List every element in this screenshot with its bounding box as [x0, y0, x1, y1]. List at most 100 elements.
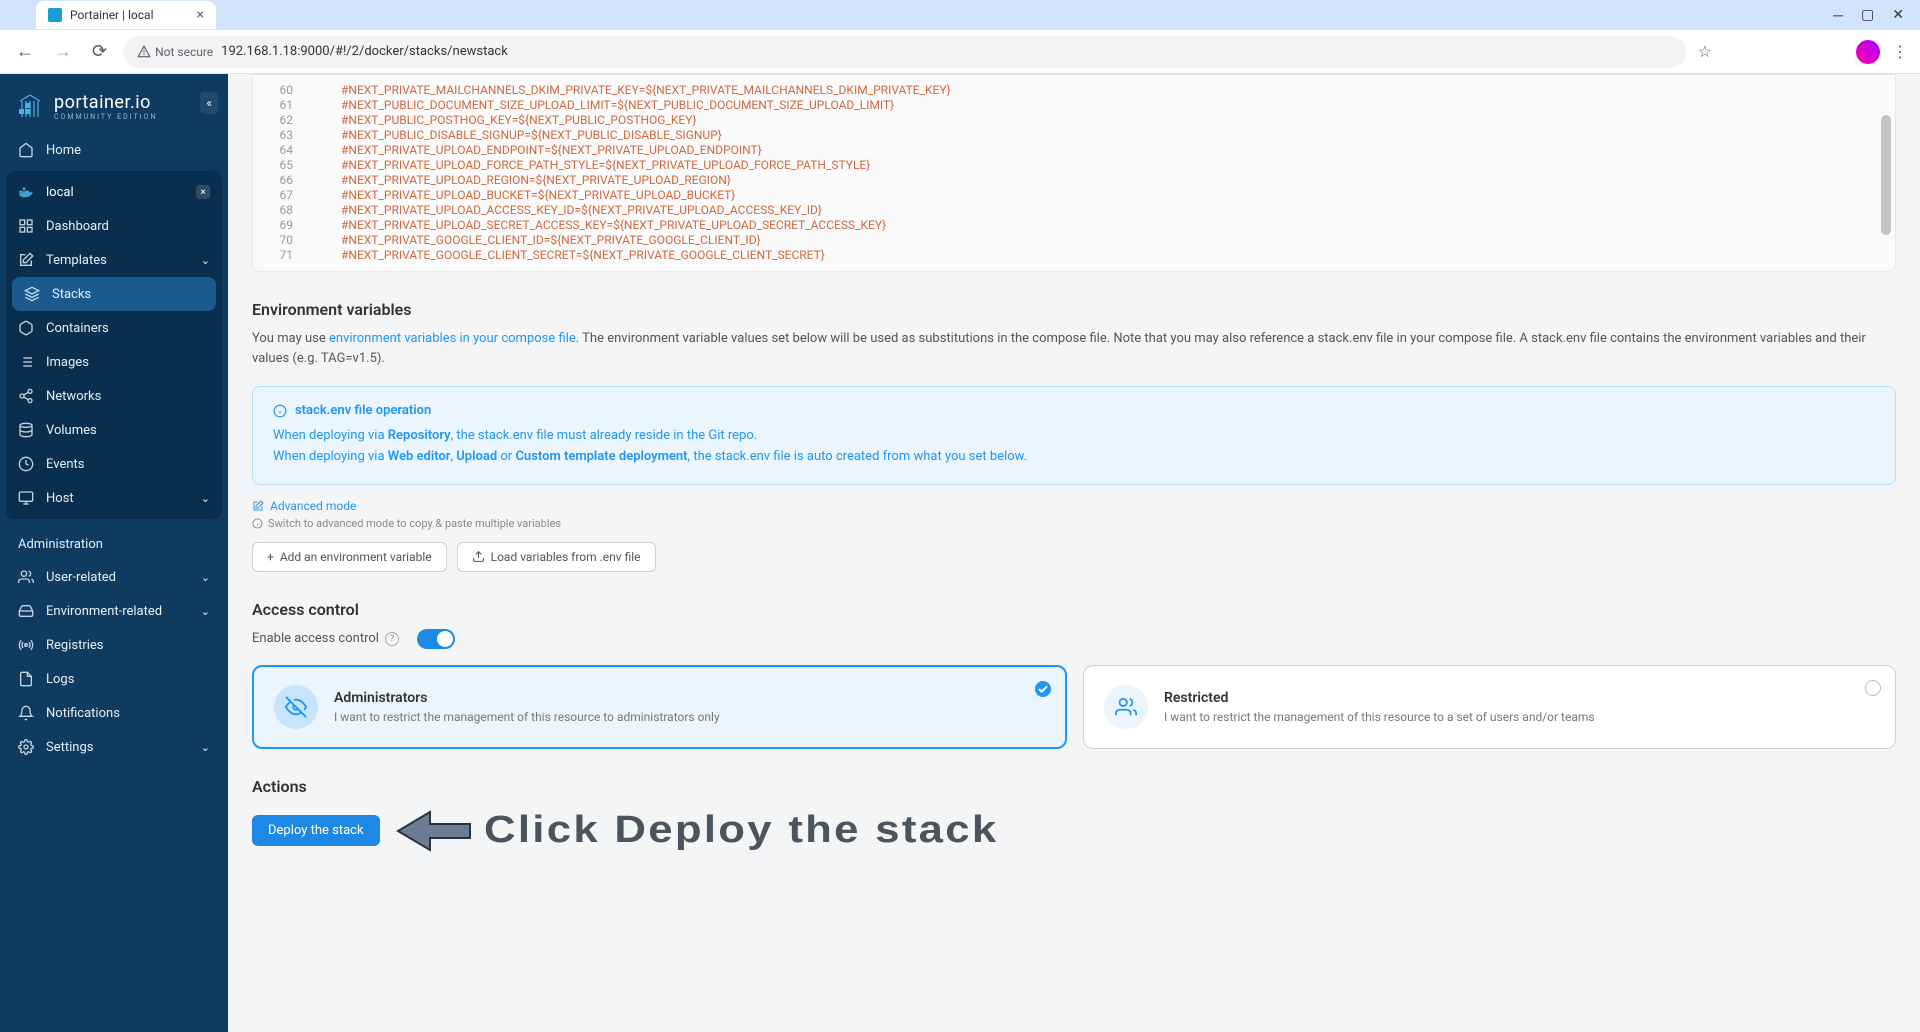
code-line[interactable]: 62#NEXT_PUBLIC_POSTHOG_KEY=${NEXT_PUBLIC… [253, 113, 1895, 128]
sidebar-item-stacks[interactable]: Stacks [12, 277, 216, 311]
not-secure-badge[interactable]: Not secure [137, 45, 213, 59]
box-icon [18, 320, 34, 336]
sidebar-environment-group: local × Dashboard Templates ⌄ Stacks Con… [6, 171, 222, 519]
sidebar-item-events[interactable]: Events [6, 447, 222, 481]
sidebar-item-volumes[interactable]: Volumes [6, 413, 222, 447]
card-title: Restricted [1164, 690, 1595, 706]
sidebar-item-containers[interactable]: Containers [6, 311, 222, 345]
info-line-2: When deploying via Web editor, Upload or… [273, 447, 1875, 468]
sidebar: portainer.io COMMUNITY EDITION « Home lo… [0, 74, 228, 1032]
env-vars-description: You may use environment variables in you… [252, 329, 1896, 368]
edit-icon [252, 500, 264, 512]
sidebar-item-env-related[interactable]: Environment-related ⌄ [0, 594, 228, 628]
bookmark-star-icon[interactable]: ☆ [1698, 42, 1712, 61]
logo-text: portainer.io [54, 92, 157, 113]
sidebar-item-images[interactable]: Images [6, 345, 222, 379]
chevron-down-icon: ⌄ [201, 254, 210, 267]
add-env-var-button[interactable]: + Add an environment variable [252, 542, 447, 572]
environment-close-badge[interactable]: × [196, 185, 210, 199]
enable-access-toggle[interactable] [417, 629, 455, 649]
sidebar-item-logs[interactable]: Logs [0, 662, 228, 696]
check-icon [1035, 681, 1051, 697]
annotation-text: Click Deploy the stack [484, 809, 998, 852]
database-icon [18, 422, 34, 438]
code-line[interactable]: 66#NEXT_PRIVATE_UPLOAD_REGION=${NEXT_PRI… [253, 173, 1895, 188]
sidebar-item-dashboard[interactable]: Dashboard [6, 209, 222, 243]
minimize-icon[interactable]: ─ [1833, 7, 1843, 24]
access-card-restricted[interactable]: Restricted I want to restrict the manage… [1083, 665, 1896, 749]
users-icon [18, 569, 34, 585]
info-box-title: stack.env file operation [273, 403, 1875, 418]
plus-icon: + [267, 550, 274, 564]
home-icon [18, 142, 34, 158]
sidebar-item-templates[interactable]: Templates ⌄ [6, 243, 222, 277]
card-desc: I want to restrict the management of thi… [1164, 710, 1595, 724]
code-line[interactable]: 70#NEXT_PRIVATE_GOOGLE_CLIENT_ID=${NEXT_… [253, 233, 1895, 248]
browser-tab-bar: Portainer | local × ─ ▢ ✕ [0, 0, 1920, 30]
deploy-stack-button[interactable]: Deploy the stack [252, 815, 380, 846]
access-card-administrators[interactable]: Administrators I want to restrict the ma… [252, 665, 1067, 749]
env-vars-link[interactable]: environment variables in your compose fi… [329, 331, 576, 346]
sidebar-item-home[interactable]: Home [0, 133, 228, 167]
users-icon [1104, 685, 1148, 729]
close-icon[interactable]: ✕ [1892, 7, 1904, 23]
code-line[interactable]: 61#NEXT_PUBLIC_DOCUMENT_SIZE_UPLOAD_LIMI… [253, 98, 1895, 113]
code-line[interactable]: 69#NEXT_PRIVATE_UPLOAD_SECRET_ACCESS_KEY… [253, 218, 1895, 233]
editor-scrollbar[interactable] [1881, 115, 1891, 235]
sidebar-item-settings[interactable]: Settings ⌄ [0, 730, 228, 764]
code-line[interactable]: 68#NEXT_PRIVATE_UPLOAD_ACCESS_KEY_ID=${N… [253, 203, 1895, 218]
file-icon [18, 671, 34, 687]
upload-icon [472, 550, 485, 563]
browser-menu-icon[interactable]: ⋮ [1892, 42, 1908, 61]
logo-subtitle: COMMUNITY EDITION [54, 113, 157, 121]
advanced-mode-link[interactable]: Advanced mode [252, 499, 1896, 513]
sidebar-admin-header: Administration [0, 523, 228, 560]
tab-title: Portainer | local [70, 8, 154, 22]
back-button[interactable]: ← [12, 37, 38, 66]
profile-avatar[interactable] [1856, 40, 1880, 64]
logo: portainer.io COMMUNITY EDITION « [0, 74, 228, 133]
address-bar[interactable]: Not secure 192.168.1.18:9000/#!/2/docker… [123, 36, 1686, 68]
code-line[interactable]: 60#NEXT_PRIVATE_MAILCHANNELS_DKIM_PRIVAT… [253, 83, 1895, 98]
edit-icon [18, 252, 34, 268]
code-line[interactable]: 65#NEXT_PRIVATE_UPLOAD_FORCE_PATH_STYLE=… [253, 158, 1895, 173]
browser-toolbar: ← → ⟳ Not secure 192.168.1.18:9000/#!/2/… [0, 30, 1920, 74]
radio-icon [18, 637, 34, 653]
grid-icon [18, 218, 34, 234]
info-icon [273, 404, 287, 418]
card-title: Administrators [334, 690, 720, 706]
sidebar-item-user-related[interactable]: User-related ⌄ [0, 560, 228, 594]
maximize-icon[interactable]: ▢ [1861, 7, 1874, 23]
sidebar-collapse-icon[interactable]: « [200, 92, 218, 114]
browser-tab[interactable]: Portainer | local × [36, 1, 216, 29]
url-text: 192.168.1.18:9000/#!/2/docker/stacks/new… [221, 44, 508, 59]
portainer-logo-icon [16, 93, 44, 121]
portainer-favicon-icon [48, 8, 62, 22]
sidebar-item-local[interactable]: local × [6, 175, 222, 209]
code-line[interactable]: 64#NEXT_PRIVATE_UPLOAD_ENDPOINT=${NEXT_P… [253, 143, 1895, 158]
bell-icon [18, 705, 34, 721]
reload-button[interactable]: ⟳ [88, 37, 111, 66]
help-icon[interactable]: ? [385, 632, 399, 646]
load-env-file-button[interactable]: Load variables from .env file [457, 542, 656, 572]
code-editor[interactable]: 60#NEXT_PRIVATE_MAILCHANNELS_DKIM_PRIVAT… [252, 74, 1896, 272]
layers-icon [24, 286, 40, 302]
chevron-down-icon: ⌄ [201, 571, 210, 584]
tab-close-icon[interactable]: × [197, 7, 204, 23]
annotation-arrow-icon [392, 806, 472, 856]
chevron-down-icon: ⌄ [201, 605, 210, 618]
radio-unchecked-icon [1865, 680, 1881, 696]
sidebar-item-registries[interactable]: Registries [0, 628, 228, 662]
enable-access-label: Enable access control ? [252, 631, 399, 646]
sidebar-item-host[interactable]: Host ⌄ [6, 481, 222, 515]
gear-icon [18, 739, 34, 755]
sidebar-item-notifications[interactable]: Notifications [0, 696, 228, 730]
forward-button[interactable]: → [50, 37, 76, 66]
list-icon [18, 354, 34, 370]
advanced-mode-hint: Switch to advanced mode to copy & paste … [252, 517, 1896, 530]
access-control-heading: Access control [252, 600, 1896, 619]
code-line[interactable]: 71#NEXT_PRIVATE_GOOGLE_CLIENT_SECRET=${N… [253, 248, 1895, 263]
code-line[interactable]: 63#NEXT_PUBLIC_DISABLE_SIGNUP=${NEXT_PUB… [253, 128, 1895, 143]
sidebar-item-networks[interactable]: Networks [6, 379, 222, 413]
code-line[interactable]: 67#NEXT_PRIVATE_UPLOAD_BUCKET=${NEXT_PRI… [253, 188, 1895, 203]
